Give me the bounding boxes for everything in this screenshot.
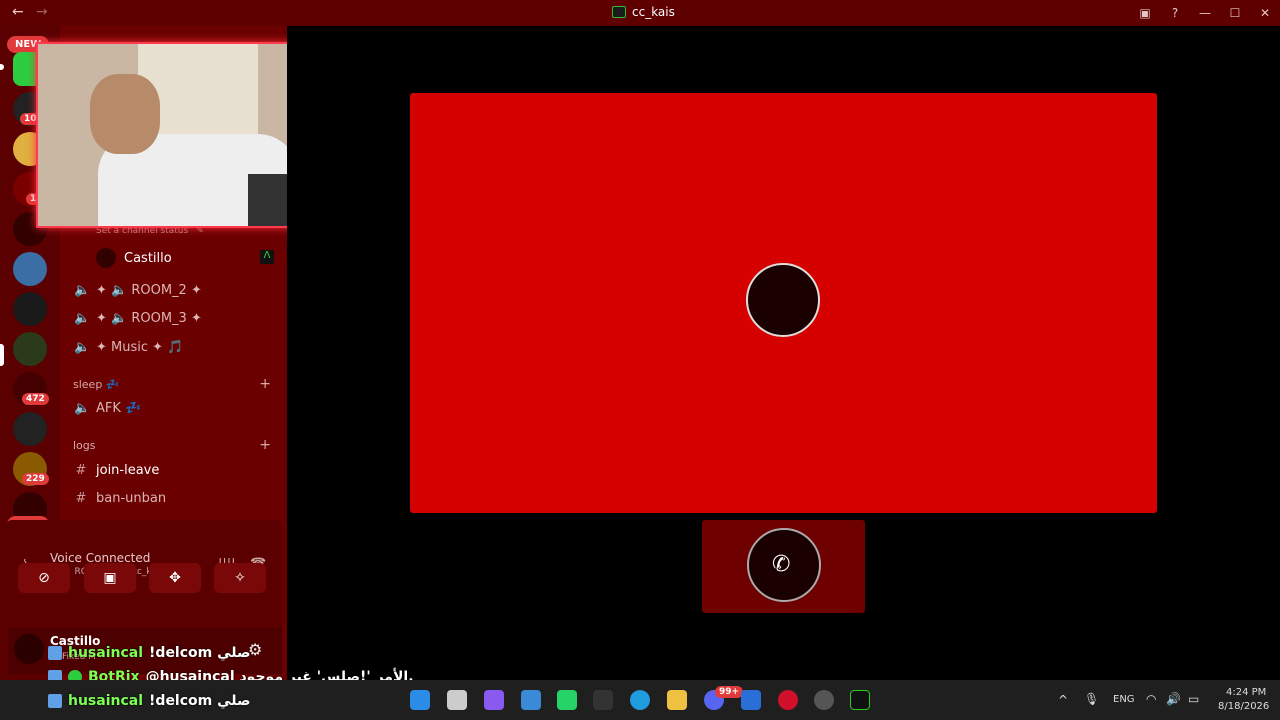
server-cc-kais[interactable] xyxy=(13,332,47,366)
category-logs[interactable]: logs xyxy=(73,439,96,452)
inbox-icon[interactable]: ▣ xyxy=(1130,6,1160,20)
language-indicator[interactable]: ENG xyxy=(1113,694,1135,705)
edge-icon[interactable] xyxy=(630,690,650,710)
copilot-icon[interactable] xyxy=(484,690,504,710)
server-icon-7[interactable] xyxy=(13,292,47,326)
whatsapp-icon[interactable] xyxy=(557,690,577,710)
soundboard-button[interactable]: ✧ xyxy=(214,563,266,593)
screen-share-icon: ▣ xyxy=(103,570,117,586)
server-icon xyxy=(612,6,626,18)
close-button[interactable]: ✕ xyxy=(1250,6,1280,20)
volume-icon[interactable]: 🔊 xyxy=(1166,692,1181,706)
main-video-tile[interactable] xyxy=(410,93,1157,513)
audio-app-icon[interactable] xyxy=(593,690,613,710)
avatar[interactable] xyxy=(14,634,44,664)
battery-icon[interactable]: ▭ xyxy=(1188,692,1199,706)
unread-badge: 472 xyxy=(22,393,49,405)
self-video-tile[interactable]: ✆ xyxy=(702,520,865,613)
opera-icon[interactable] xyxy=(778,690,798,710)
back-arrow-icon[interactable]: ← xyxy=(12,4,24,20)
chat-line: husaincal !delcom صلي xyxy=(48,645,251,661)
forward-arrow-icon[interactable]: → xyxy=(36,4,48,20)
window-title: cc_kais xyxy=(612,5,675,19)
app-icon[interactable] xyxy=(850,690,870,710)
avatar xyxy=(96,248,116,268)
text-channel-ban-unban[interactable]: # ban-unban xyxy=(74,491,167,506)
activities-icon: ✥ xyxy=(169,570,181,586)
participant-avatar xyxy=(746,263,820,337)
voice-user[interactable]: Castillo xyxy=(96,248,172,268)
add-channel-icon[interactable]: + xyxy=(259,376,271,392)
chevron-up-icon[interactable]: ^ xyxy=(1058,693,1068,707)
app-icon[interactable] xyxy=(741,690,761,710)
file-explorer-icon[interactable] xyxy=(667,690,687,710)
speaker-icon: 🔈 xyxy=(74,311,91,326)
app-icon: Λ xyxy=(260,250,274,264)
server-icon-6[interactable] xyxy=(13,252,47,286)
speaker-icon: 🔈 xyxy=(74,340,91,355)
store-icon[interactable] xyxy=(521,690,541,710)
microphone-icon[interactable]: 🎙 xyxy=(1084,692,1099,706)
windows-start-icon[interactable] xyxy=(410,690,430,710)
hash-icon: # xyxy=(75,491,87,506)
activities-button[interactable]: ✥ xyxy=(149,563,201,593)
voice-channel-room3[interactable]: 🔈 ✦ 🔈 ROOM_3 ✦ xyxy=(74,311,202,326)
wifi-icon[interactable]: ◠ xyxy=(1146,692,1156,706)
minimize-button[interactable]: — xyxy=(1190,6,1220,20)
unread-badge: 229 xyxy=(22,473,49,485)
hash-icon: # xyxy=(75,463,87,478)
call-icon: ✆ xyxy=(772,552,791,577)
twitch-icon xyxy=(48,646,62,660)
speaker-icon: 🔈 xyxy=(74,283,91,298)
add-channel-icon[interactable]: + xyxy=(259,437,271,453)
twitch-icon xyxy=(48,694,62,708)
voice-channel-music[interactable]: 🔈 ✦ Music ✦ 🎵 xyxy=(74,340,183,355)
head-image xyxy=(90,74,160,154)
title-bar: ← → cc_kais ▣ ? — ☐ ✕ xyxy=(0,0,1280,26)
clock-date[interactable]: 8/18/2026 xyxy=(1218,701,1269,712)
obs-icon[interactable] xyxy=(814,690,834,710)
speaker-icon: 🔈 xyxy=(74,401,91,416)
maximize-button[interactable]: ☐ xyxy=(1220,6,1250,20)
task-view-icon[interactable] xyxy=(447,690,467,710)
clock-time[interactable]: 4:24 PM xyxy=(1226,687,1266,698)
soundboard-icon: ✧ xyxy=(234,570,246,586)
discord-badge: 99+ xyxy=(715,686,744,698)
server-icon-10[interactable] xyxy=(13,412,47,446)
voice-channel-room2[interactable]: 🔈 ✦ 🔈 ROOM_2 ✦ xyxy=(74,283,202,298)
camera-off-button[interactable]: ⊘ xyxy=(18,563,70,593)
screen-share-button[interactable]: ▣ xyxy=(84,563,136,593)
category-sleep[interactable]: sleep 💤 xyxy=(73,378,120,391)
text-channel-join-leave[interactable]: # join-leave xyxy=(74,463,160,478)
chat-line: husaincal !delcom صلي xyxy=(48,693,251,709)
camera-off-icon: ⊘ xyxy=(38,570,50,586)
voice-channel-afk[interactable]: 🔈 AFK 💤 xyxy=(74,401,141,416)
help-icon[interactable]: ? xyxy=(1160,6,1190,20)
